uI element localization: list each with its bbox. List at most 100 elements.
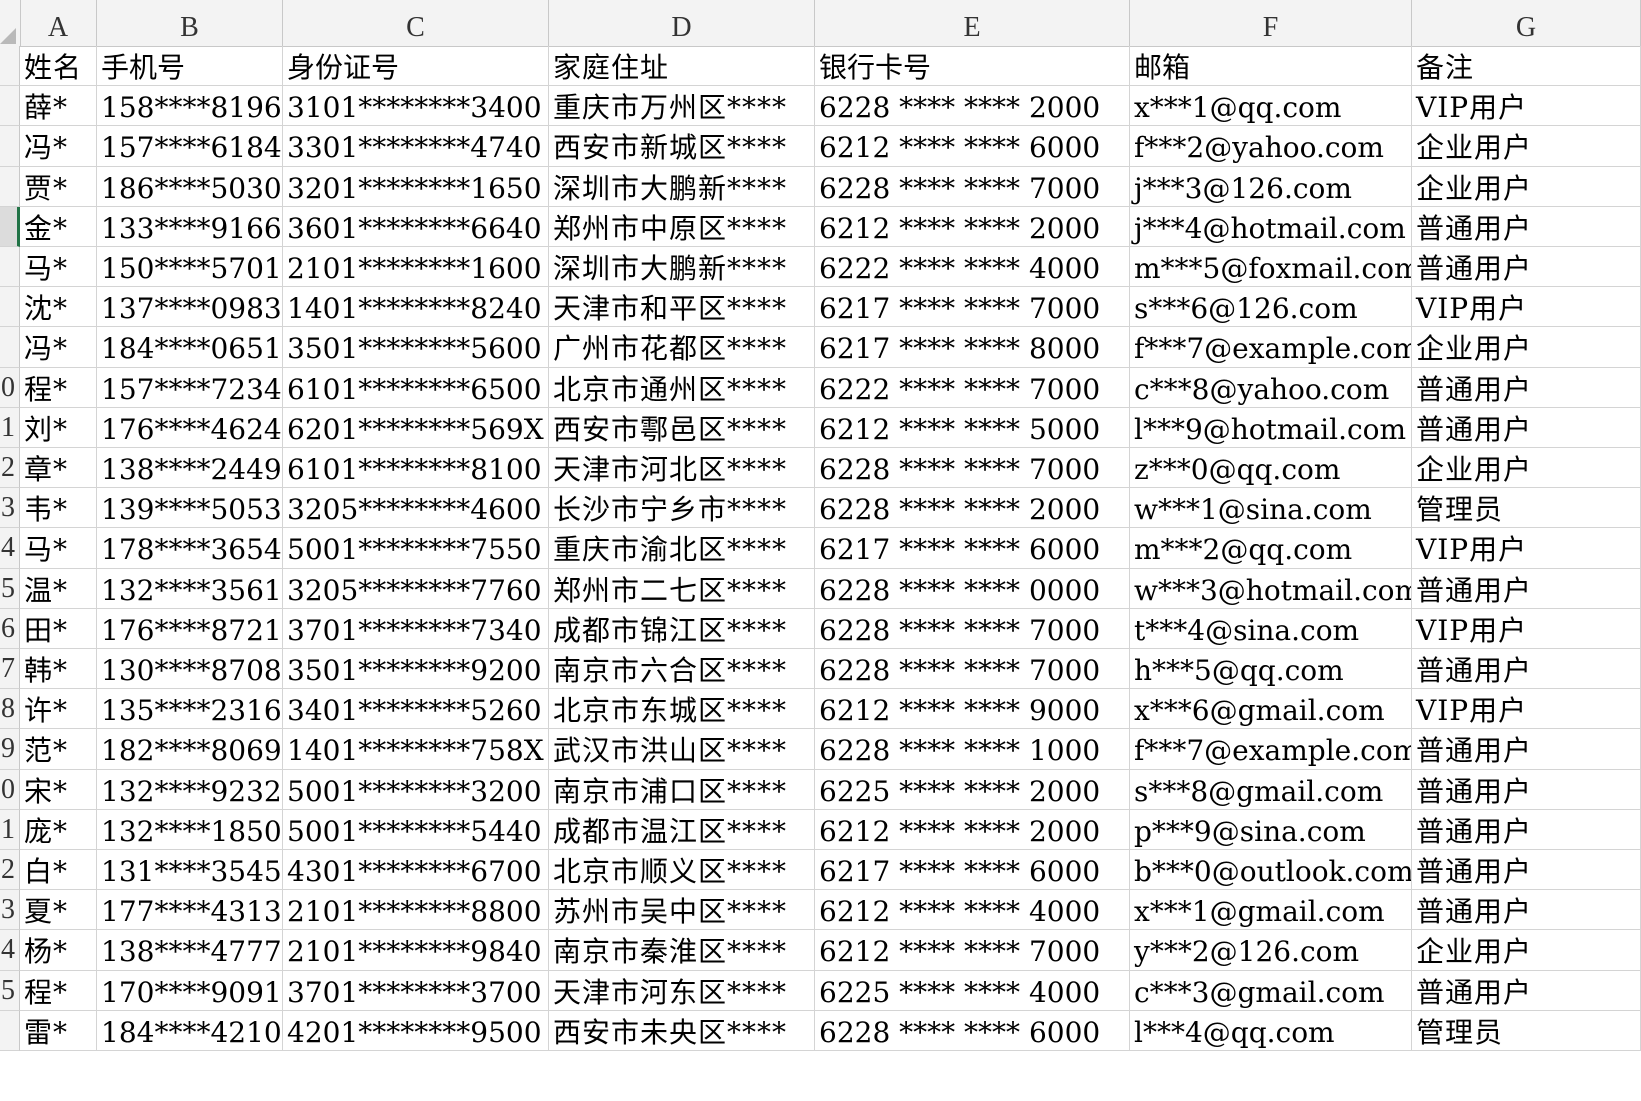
table-cell[interactable]: 184****4210 — [97, 1010, 283, 1051]
table-cell[interactable]: 6212 **** **** 9000 — [815, 689, 1130, 730]
table-cell[interactable]: 132****1850 — [97, 809, 283, 850]
row-header[interactable]: 0 — [0, 769, 20, 810]
table-cell[interactable]: 3201********1650 — [283, 166, 549, 207]
table-cell[interactable]: 韦* — [20, 488, 97, 529]
table-cell[interactable]: 3205********4600 — [283, 488, 549, 529]
table-cell[interactable]: 138****4777 — [97, 930, 283, 971]
table-cell[interactable]: 普通用户 — [1412, 367, 1641, 408]
table-cell[interactable]: s***8@gmail.com — [1130, 769, 1412, 810]
table-cell[interactable]: 158****8196 — [97, 86, 283, 127]
table-cell[interactable]: 3101********3400 — [283, 86, 549, 127]
table-cell[interactable]: 管理员 — [1412, 488, 1641, 529]
table-cell[interactable]: 普通用户 — [1412, 729, 1641, 770]
table-cell[interactable]: 企业用户 — [1412, 448, 1641, 489]
table-cell[interactable]: c***3@gmail.com — [1130, 970, 1412, 1011]
table-cell[interactable]: b***0@outlook.com — [1130, 850, 1412, 891]
table-cell[interactable]: 北京市顺义区**** — [549, 850, 815, 891]
column-title-cell[interactable]: 姓名 — [20, 46, 97, 87]
table-cell[interactable]: 3501********5600 — [283, 327, 549, 368]
table-cell[interactable]: 南京市浦口区**** — [549, 769, 815, 810]
table-cell[interactable]: 6228 **** **** 2000 — [815, 86, 1130, 127]
column-header-c[interactable]: C — [283, 0, 549, 46]
row-header[interactable]: 7 — [0, 649, 20, 690]
table-cell[interactable]: 北京市通州区**** — [549, 367, 815, 408]
table-cell[interactable]: 普通用户 — [1412, 568, 1641, 609]
column-header-g[interactable]: G — [1412, 0, 1641, 46]
table-cell[interactable]: 普通用户 — [1412, 890, 1641, 931]
select-all-corner[interactable] — [0, 0, 21, 46]
table-cell[interactable]: 雷* — [20, 1010, 97, 1051]
table-cell[interactable]: 郑州市二七区**** — [549, 568, 815, 609]
row-header[interactable] — [0, 287, 20, 328]
table-cell[interactable]: 1401********758X — [283, 729, 549, 770]
table-cell[interactable]: 管理员 — [1412, 1010, 1641, 1051]
table-cell[interactable]: 135****2316 — [97, 689, 283, 730]
table-cell[interactable]: 普通用户 — [1412, 206, 1641, 247]
table-cell[interactable]: x***1@qq.com — [1130, 86, 1412, 127]
table-cell[interactable]: 6217 **** **** 6000 — [815, 850, 1130, 891]
table-cell[interactable]: 3701********3700 — [283, 970, 549, 1011]
row-header[interactable]: 4 — [0, 930, 20, 971]
table-cell[interactable]: 南京市秦淮区**** — [549, 930, 815, 971]
table-cell[interactable]: 6228 **** **** 6000 — [815, 1010, 1130, 1051]
table-cell[interactable]: VIP用户 — [1412, 608, 1641, 649]
table-cell[interactable]: 田* — [20, 608, 97, 649]
table-cell[interactable]: 薛* — [20, 86, 97, 127]
table-cell[interactable]: 天津市河北区**** — [549, 448, 815, 489]
row-header[interactable] — [0, 166, 20, 207]
table-cell[interactable]: 6228 **** **** 2000 — [815, 488, 1130, 529]
table-cell[interactable]: 6228 **** **** 1000 — [815, 729, 1130, 770]
table-cell[interactable]: 182****8069 — [97, 729, 283, 770]
table-cell[interactable]: 6228 **** **** 0000 — [815, 568, 1130, 609]
table-cell[interactable]: z***0@qq.com — [1130, 448, 1412, 489]
column-header-e[interactable]: E — [815, 0, 1130, 46]
table-cell[interactable]: 176****4624 — [97, 407, 283, 448]
table-cell[interactable]: 6212 **** **** 2000 — [815, 206, 1130, 247]
table-cell[interactable]: 186****5030 — [97, 166, 283, 207]
table-cell[interactable]: 企业用户 — [1412, 166, 1641, 207]
table-cell[interactable]: 武汉市洪山区**** — [549, 729, 815, 770]
row-header[interactable]: 1 — [0, 809, 20, 850]
row-header[interactable]: 2 — [0, 448, 20, 489]
table-cell[interactable]: 宋* — [20, 769, 97, 810]
column-title-cell[interactable]: 邮箱 — [1130, 46, 1412, 87]
table-cell[interactable]: 西安市新城区**** — [549, 126, 815, 167]
table-cell[interactable]: 5001********3200 — [283, 769, 549, 810]
table-cell[interactable]: 普通用户 — [1412, 247, 1641, 288]
table-cell[interactable]: y***2@126.com — [1130, 930, 1412, 971]
table-cell[interactable]: 184****0651 — [97, 327, 283, 368]
table-cell[interactable]: 6212 **** **** 2000 — [815, 809, 1130, 850]
table-cell[interactable]: 金* — [20, 206, 97, 247]
table-cell[interactable]: 170****9091 — [97, 970, 283, 1011]
table-cell[interactable]: 6217 **** **** 6000 — [815, 528, 1130, 569]
table-cell[interactable]: 3301********4740 — [283, 126, 549, 167]
table-cell[interactable]: VIP用户 — [1412, 86, 1641, 127]
table-cell[interactable]: 133****9166 — [97, 206, 283, 247]
table-cell[interactable]: 刘* — [20, 407, 97, 448]
table-cell[interactable]: 许* — [20, 689, 97, 730]
table-cell[interactable]: 西安市未央区**** — [549, 1010, 815, 1051]
table-cell[interactable]: 6225 **** **** 2000 — [815, 769, 1130, 810]
table-cell[interactable]: 白* — [20, 850, 97, 891]
table-cell[interactable]: 普通用户 — [1412, 850, 1641, 891]
column-header-d[interactable]: D — [549, 0, 815, 46]
row-header[interactable]: 3 — [0, 890, 20, 931]
row-header[interactable]: 4 — [0, 528, 20, 569]
row-header[interactable] — [0, 86, 20, 127]
column-title-cell[interactable]: 家庭住址 — [549, 46, 815, 87]
table-cell[interactable]: w***3@hotmail.com — [1130, 568, 1412, 609]
table-cell[interactable]: 3601********6640 — [283, 206, 549, 247]
table-cell[interactable]: 普通用户 — [1412, 649, 1641, 690]
table-cell[interactable]: 马* — [20, 247, 97, 288]
table-cell[interactable]: 132****3561 — [97, 568, 283, 609]
table-cell[interactable]: 企业用户 — [1412, 126, 1641, 167]
table-cell[interactable]: x***6@gmail.com — [1130, 689, 1412, 730]
table-cell[interactable]: 普通用户 — [1412, 407, 1641, 448]
column-title-cell[interactable]: 备注 — [1412, 46, 1641, 87]
table-cell[interactable]: 6201********569X — [283, 407, 549, 448]
table-cell[interactable]: 章* — [20, 448, 97, 489]
table-cell[interactable]: VIP用户 — [1412, 287, 1641, 328]
table-cell[interactable]: 杨* — [20, 930, 97, 971]
table-cell[interactable]: 131****3545 — [97, 850, 283, 891]
column-title-cell[interactable]: 身份证号 — [283, 46, 549, 87]
